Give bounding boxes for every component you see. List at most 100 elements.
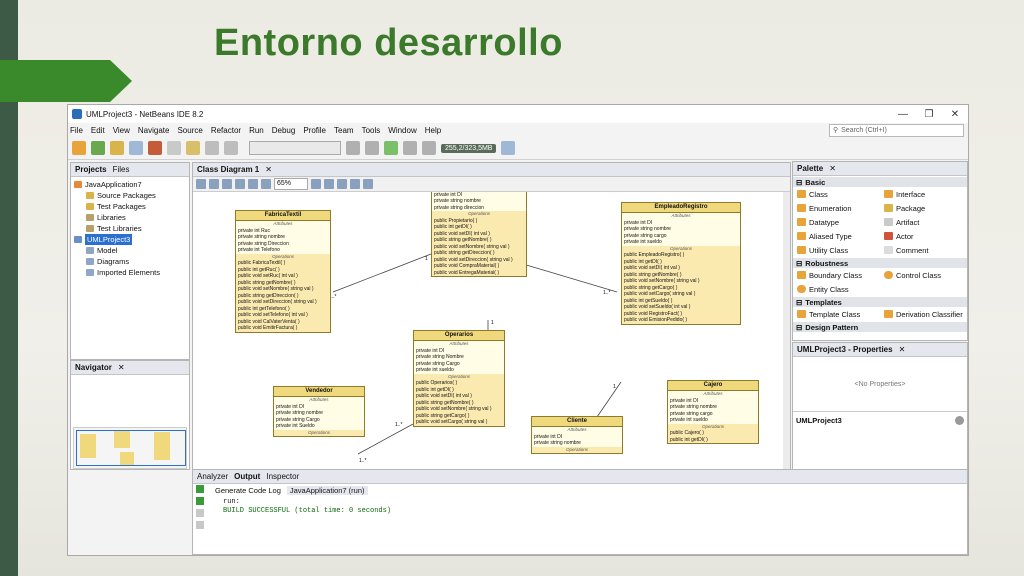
open-project-icon[interactable] (110, 141, 124, 155)
layout-icon[interactable] (235, 179, 245, 189)
uml-class-fabricatextil[interactable]: FabricaTextil Attributes private int Ruc pr… (235, 210, 331, 333)
clear-icon[interactable] (196, 521, 204, 529)
menu-run[interactable]: Run (249, 126, 264, 135)
fit-icon[interactable] (248, 179, 258, 189)
memory-indicator[interactable]: 255,2/323,5MB (441, 143, 497, 153)
palette-category-design-pattern[interactable]: ⊟ Design Pattern (793, 322, 967, 332)
paste-icon[interactable] (186, 141, 200, 155)
tree-item-diagrams[interactable]: Diagrams (74, 256, 189, 267)
palette-item-enumeration[interactable]: Enumeration (793, 204, 880, 213)
palette-item-aliased-type[interactable]: Aliased Type (793, 232, 880, 241)
clean-build-icon[interactable] (365, 141, 379, 155)
palette-item-class[interactable]: Class (793, 190, 880, 199)
overview-icon[interactable] (261, 179, 271, 189)
diagram-vertical-scrollbar[interactable] (783, 192, 790, 470)
tree-item-test-libraries[interactable]: Test Libraries (74, 223, 189, 234)
orthogonal-layout-icon[interactable] (350, 179, 360, 189)
minimize-icon[interactable]: — (890, 109, 916, 120)
menu-tools[interactable]: Tools (362, 126, 381, 135)
tab-class-diagram[interactable]: Class Diagram 1 (197, 165, 259, 174)
menu-help[interactable]: Help (425, 126, 441, 135)
tree-item-model[interactable]: Model (74, 245, 189, 256)
run-icon[interactable] (384, 141, 398, 155)
tab-properties[interactable]: UMLProject3 - Properties (797, 345, 893, 354)
menu-edit[interactable]: Edit (91, 126, 105, 135)
tree-item-source-packages[interactable]: Source Packages (74, 190, 189, 201)
uml-class-empleadoregistro[interactable]: EmpleadoRegistro Attributes private int DI… (621, 202, 741, 325)
new-file-icon[interactable] (91, 141, 105, 155)
menu-source[interactable]: Source (177, 126, 202, 135)
tab-projects[interactable]: Projects (75, 165, 107, 174)
palette-item-artifact[interactable]: Artifact (880, 218, 967, 227)
gc-icon[interactable] (501, 141, 516, 155)
debug-icon[interactable] (403, 141, 417, 155)
maximize-icon[interactable]: ❐ (916, 109, 942, 120)
configuration-select[interactable] (249, 141, 341, 155)
close-icon[interactable]: ✕ (942, 109, 968, 120)
new-project-icon[interactable] (72, 141, 86, 155)
tab-navigator[interactable]: Navigator (75, 363, 112, 372)
stop-icon[interactable] (196, 509, 204, 517)
export-image-icon[interactable] (363, 179, 373, 189)
palette-item-interface[interactable]: Interface (880, 190, 967, 199)
rerun-params-icon[interactable] (196, 497, 204, 505)
menu-view[interactable]: View (113, 126, 130, 135)
subtab-generate-code-log[interactable]: Generate Code Log (215, 486, 281, 495)
hierarchical-layout-icon[interactable] (337, 179, 347, 189)
menu-debug[interactable]: Debug (272, 126, 296, 135)
editor-tab-close-icon[interactable]: ✕ (265, 165, 272, 174)
palette-item-package[interactable]: Package (880, 204, 967, 213)
undo-icon[interactable] (205, 141, 219, 155)
navigator-thumbnail[interactable] (73, 427, 187, 469)
properties-close-icon[interactable]: ✕ (899, 345, 906, 354)
menu-file[interactable]: File (70, 126, 83, 135)
palette-item-template-class[interactable]: Template Class (793, 310, 880, 319)
tab-analyzer[interactable]: Analyzer (197, 472, 228, 481)
subtab-javaapplication7-run[interactable]: JavaApplication7 (run) (286, 486, 368, 495)
palette-category-robustness[interactable]: ⊟ Robustness (793, 258, 967, 268)
rerun-icon[interactable] (196, 485, 204, 493)
diagram-canvas[interactable]: 1..* 1 1..* 1 1..* 1..* 1..* 1..* 1 Fabr… (193, 192, 790, 470)
palette-category-basic[interactable]: ⊟ Basic (793, 177, 967, 187)
select-icon[interactable] (196, 179, 206, 189)
palette-item-actor[interactable]: Actor (880, 232, 967, 241)
palette-item-utility-class[interactable]: Utility Class (793, 246, 880, 255)
zoom-select-icon[interactable] (222, 179, 232, 189)
zoom-in-icon[interactable] (311, 179, 321, 189)
tree-item-test-packages[interactable]: Test Packages (74, 201, 189, 212)
tree-item-imported-elements[interactable]: Imported Elements (74, 267, 189, 278)
tab-output[interactable]: Output (234, 472, 260, 481)
menu-refactor[interactable]: Refactor (211, 126, 241, 135)
navigator-close-icon[interactable]: ✕ (118, 363, 125, 372)
uml-class-propietario[interactable]: PropietarioAttributesprivate int DIpriva… (431, 192, 527, 277)
search-input[interactable]: ⚲ Search (Ctrl+I) (829, 123, 964, 137)
tree-item-umlproject3[interactable]: UMLProject3 (74, 234, 189, 245)
uml-class-cliente[interactable]: Cliente Attributes private int DI private s… (531, 416, 623, 454)
redo-icon[interactable] (224, 141, 238, 155)
cut-icon[interactable] (148, 141, 162, 155)
zoom-out-icon[interactable] (324, 179, 334, 189)
pan-icon[interactable] (209, 179, 219, 189)
tree-item-libraries[interactable]: Libraries (74, 212, 189, 223)
menu-window[interactable]: Window (388, 126, 416, 135)
menu-team[interactable]: Team (334, 126, 354, 135)
build-icon[interactable] (346, 141, 360, 155)
uml-class-cajero[interactable]: Cajero Attributes private int DI private st… (667, 380, 759, 444)
menu-navigate[interactable]: Navigate (138, 126, 170, 135)
zoom-select[interactable]: 65% (274, 178, 308, 190)
tab-files[interactable]: Files (113, 165, 130, 174)
tab-palette[interactable]: Palette (797, 164, 823, 173)
palette-item-boundary-class[interactable]: Boundary Class (793, 271, 880, 280)
profile-icon[interactable] (422, 141, 436, 155)
uml-class-operarios[interactable]: Operarios Attributes private int DI private… (413, 330, 505, 427)
palette-close-icon[interactable]: ✕ (829, 164, 836, 173)
palette-item-datatype[interactable]: Datatype (793, 218, 880, 227)
help-icon[interactable] (955, 416, 964, 425)
palette-item-comment[interactable]: Comment (880, 246, 967, 255)
uml-class-vendedor[interactable]: Vendedor Attributes private int DI private … (273, 386, 365, 437)
palette-item-control-class[interactable]: Control Class (880, 271, 967, 280)
save-all-icon[interactable] (129, 141, 143, 155)
menu-profile[interactable]: Profile (303, 126, 326, 135)
palette-item-derivation-classifier[interactable]: Derivation Classifier (880, 310, 967, 319)
tab-inspector[interactable]: Inspector (266, 472, 299, 481)
